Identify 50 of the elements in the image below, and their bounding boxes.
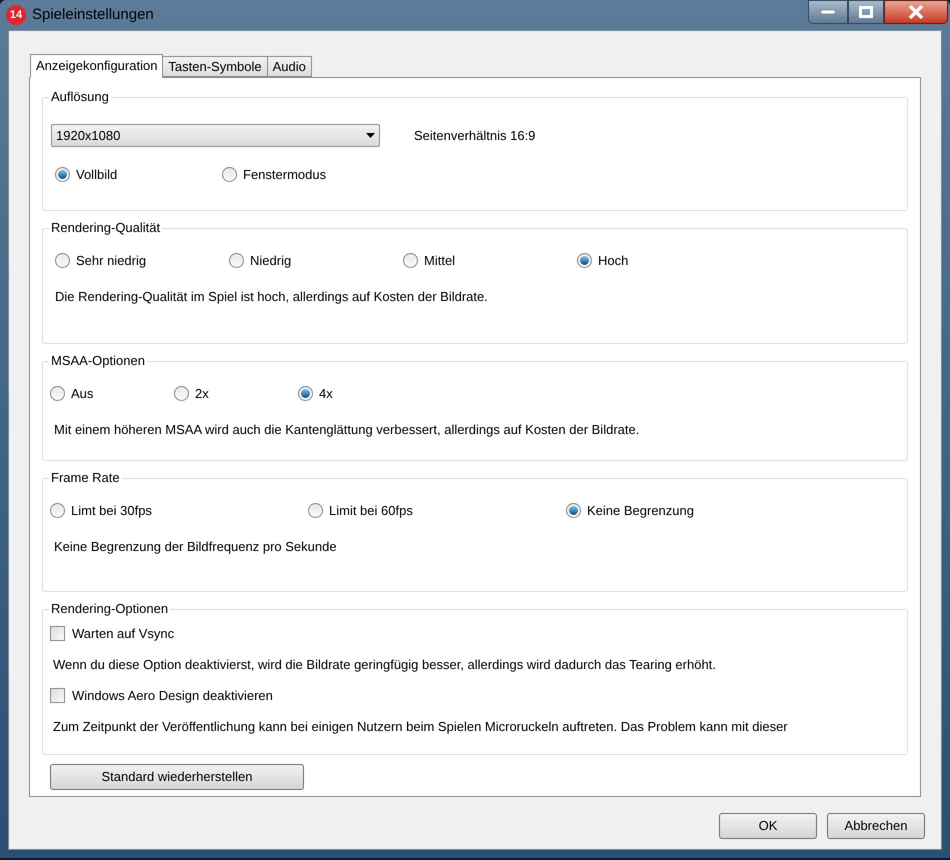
dropdown-arrow-icon xyxy=(366,133,375,138)
checkbox[interactable] xyxy=(50,626,65,642)
radio-label: Limt bei 30fps xyxy=(71,502,152,520)
close-icon xyxy=(908,5,924,19)
tab[interactable]: Audio xyxy=(266,56,312,77)
checkbox-label: Warten auf Vsync xyxy=(72,625,174,643)
radio-label: Sehr niedrig xyxy=(76,252,146,270)
radio-label: 4x xyxy=(319,385,333,403)
radio-button[interactable] xyxy=(50,386,65,402)
description-text: Zum Zeitpunkt der Veröffentlichung kann bei einigen Nutzern beim Spielen Microruckeln auftreten. Das Problem kann mit dieser xyxy=(52,718,789,736)
radio-button[interactable] xyxy=(222,167,237,182)
description-text: Mit einem höheren MSAA wird auch die Kantenglättung verbessert, allerdings auf Kosten der Bildrate. xyxy=(53,420,640,439)
window-title: Spieleinstellungen xyxy=(32,4,154,25)
dialog-button[interactable]: OK xyxy=(719,813,817,839)
radio-button[interactable] xyxy=(55,253,70,268)
radio-button[interactable] xyxy=(308,503,323,518)
reset-button[interactable]: Standard wiederherstellen xyxy=(50,764,304,790)
radio-label: Vollbild xyxy=(76,166,118,184)
checkbox[interactable] xyxy=(50,688,65,704)
radio-button[interactable] xyxy=(566,503,581,518)
radio-label: Aus xyxy=(71,385,94,403)
radio-button[interactable] xyxy=(174,386,189,402)
radio-label: Limit bei 60fps xyxy=(329,502,413,520)
radio-label: Hoch xyxy=(598,252,628,270)
description-text: Wenn du diese Option deaktivierst, wird die Bildrate geringfügig besser, allerdings wird dadurch das Tearing erhöht. xyxy=(52,656,717,674)
minimize-icon xyxy=(821,10,835,14)
tab[interactable]: Anzeigekonfiguration xyxy=(30,54,164,78)
checkbox-label: Windows Aero Design deaktivieren xyxy=(72,687,273,705)
maximize-button[interactable] xyxy=(848,0,884,24)
radio-label: Niedrig xyxy=(250,252,292,270)
resolution-dropdown[interactable]: 1920x1080 xyxy=(51,124,380,147)
dialog-button[interactable]: Abbrechen xyxy=(827,813,925,839)
tab[interactable]: Tasten-Symbole xyxy=(162,56,268,77)
radio-button[interactable] xyxy=(50,503,65,518)
description-text: Keine Begrenzung der Bildfrequenz pro Sekunde xyxy=(53,538,338,556)
radio-button[interactable] xyxy=(577,253,592,268)
minimize-button[interactable] xyxy=(808,0,848,24)
radio-label: 2x xyxy=(195,385,209,403)
radio-button[interactable] xyxy=(403,253,418,268)
radio-label: Mittel xyxy=(424,252,456,270)
radio-button[interactable] xyxy=(229,253,244,268)
radio-label: Fenstermodus xyxy=(243,166,326,184)
description-text: Die Rendering-Qualität im Spiel ist hoch, allerdings auf Kosten der Bildrate. xyxy=(55,288,489,306)
radio-button[interactable] xyxy=(298,386,313,402)
close-button[interactable] xyxy=(884,0,948,24)
aspect-ratio-label: Seitenverhältnis 16:9 xyxy=(414,126,536,145)
radio-button[interactable] xyxy=(55,167,70,182)
app-icon: 14 xyxy=(6,5,26,25)
radio-label: Keine Begrenzung xyxy=(587,502,694,520)
maximize-icon xyxy=(859,6,873,18)
